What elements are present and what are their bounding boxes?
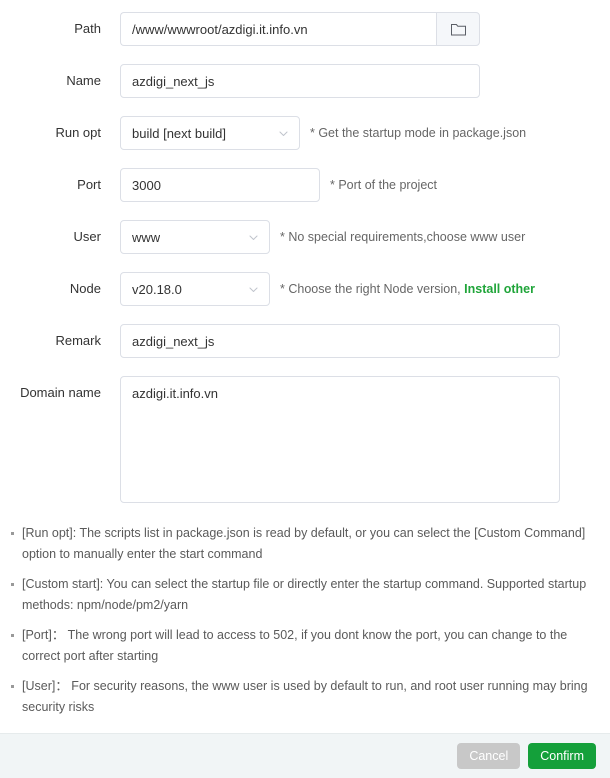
user-hint-text: * No special requirements,choose www use… bbox=[280, 230, 526, 244]
label-remark: Remark bbox=[55, 333, 101, 348]
user-value: www bbox=[132, 229, 161, 245]
label-run-opt: Run opt bbox=[55, 125, 101, 140]
control-run-opt: build [next build] * Get the startup mod… bbox=[120, 116, 526, 150]
run-opt-select[interactable]: build [next build] bbox=[120, 116, 300, 150]
browse-folder-button[interactable] bbox=[436, 12, 480, 46]
user-select[interactable]: www bbox=[120, 220, 270, 254]
control-user: www * No special requirements,choose www… bbox=[120, 220, 525, 254]
nodejs-project-form: Path Name Run opt build [next build] bbox=[0, 12, 610, 503]
control-port: * Port of the project bbox=[120, 168, 437, 202]
run-opt-hint-text: * Get the startup mode in package.json bbox=[310, 126, 527, 140]
cancel-button[interactable]: Cancel bbox=[457, 743, 521, 769]
remark-input[interactable] bbox=[120, 324, 560, 358]
field-row-node: Node v20.18.0 * Choose the right Node ve… bbox=[0, 272, 610, 306]
field-row-remark: Remark bbox=[0, 324, 610, 358]
field-row-domain-name: Domain name bbox=[0, 376, 610, 503]
label-path: Path bbox=[74, 21, 101, 36]
help-note-port: [Port]： The wrong port will lead to acce… bbox=[7, 625, 596, 667]
folder-icon bbox=[450, 23, 466, 35]
node-select[interactable]: v20.18.0 bbox=[120, 272, 270, 306]
port-hint: * Port of the project bbox=[330, 168, 437, 202]
field-row-path: Path bbox=[0, 12, 610, 46]
chevron-down-icon bbox=[249, 235, 258, 240]
help-notes-list: [Run opt]: The scripts list in package.j… bbox=[7, 523, 596, 718]
chevron-down-icon bbox=[249, 287, 258, 292]
dialog-footer: Cancel Confirm bbox=[0, 733, 610, 778]
node-hint-text: * Choose the right Node version, bbox=[280, 282, 465, 296]
field-row-name: Name bbox=[0, 64, 610, 98]
confirm-button[interactable]: Confirm bbox=[528, 743, 596, 769]
label-domain-name: Domain name bbox=[20, 385, 101, 400]
help-note-run-opt: [Run opt]: The scripts list in package.j… bbox=[7, 523, 596, 565]
node-value: v20.18.0 bbox=[132, 281, 182, 297]
label-node: Node bbox=[69, 281, 101, 296]
control-path bbox=[120, 12, 480, 46]
port-hint-text: * Port of the project bbox=[330, 178, 438, 192]
label-port: Port bbox=[77, 177, 101, 192]
run-opt-hint: * Get the startup mode in package.json bbox=[310, 116, 526, 150]
field-row-user: User www * No special requirements,choos… bbox=[0, 220, 610, 254]
control-remark bbox=[120, 324, 560, 358]
run-opt-value: build [next build] bbox=[132, 125, 226, 141]
port-input[interactable] bbox=[120, 168, 320, 202]
control-name bbox=[120, 64, 480, 98]
label-user: User bbox=[73, 229, 101, 244]
field-row-port: Port * Port of the project bbox=[0, 168, 610, 202]
label-name: Name bbox=[66, 73, 101, 88]
control-node: v20.18.0 * Choose the right Node version… bbox=[120, 272, 535, 306]
name-input[interactable] bbox=[120, 64, 480, 98]
control-domain-name bbox=[120, 376, 560, 503]
path-input[interactable] bbox=[120, 12, 436, 46]
user-hint: * No special requirements,choose www use… bbox=[280, 220, 525, 254]
domain-name-textarea[interactable] bbox=[120, 376, 560, 503]
help-note-user: [User]： For security reasons, the www us… bbox=[7, 676, 596, 718]
install-other-link[interactable]: Install other bbox=[464, 282, 535, 296]
help-note-custom-start: [Custom start]: You can select the start… bbox=[7, 574, 596, 616]
node-hint: * Choose the right Node version, Install… bbox=[280, 272, 535, 306]
field-row-run-opt: Run opt build [next build] * Get the sta… bbox=[0, 116, 610, 150]
chevron-down-icon bbox=[279, 131, 288, 136]
